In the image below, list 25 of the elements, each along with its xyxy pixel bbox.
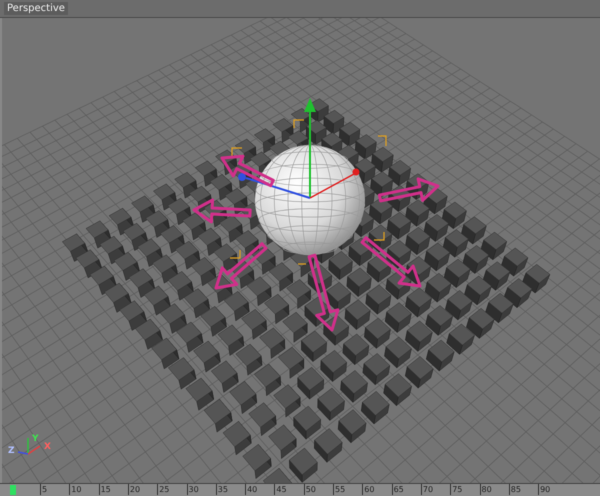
frame-label: 40 xyxy=(245,484,258,496)
frame-label: 20 xyxy=(128,484,140,496)
axis-label: Y xyxy=(32,434,39,444)
viewport-title: Perspective xyxy=(4,2,68,15)
frame-label: 80 xyxy=(480,484,492,496)
frame-label: 75 xyxy=(450,484,462,496)
frame-label: 5 xyxy=(40,484,48,496)
timeline-ruler[interactable]: 5 10 15 20 25 30 35 40 45 50 55 60 65 70 75 80 85 90 xyxy=(0,483,600,496)
frame-label: 50 xyxy=(304,484,316,496)
axis-label: X xyxy=(44,442,51,452)
viewport[interactable]: X Y Z xyxy=(0,18,600,484)
frame-label: 90 xyxy=(538,484,550,496)
frame-label: 60 xyxy=(362,484,374,496)
frame-label: 45 xyxy=(274,484,287,496)
axis-label: Z xyxy=(8,446,15,456)
frame-label: 10 xyxy=(69,484,82,496)
frame-label: 70 xyxy=(420,484,434,496)
frame-label: 25 xyxy=(157,484,170,496)
frame-label: 30 xyxy=(186,484,199,496)
frame-label: 15 xyxy=(98,484,111,496)
playhead-marker[interactable] xyxy=(10,485,16,496)
frame-label: 55 xyxy=(333,484,346,496)
frame-label: 85 xyxy=(508,484,521,496)
frame-label: 65 xyxy=(392,484,404,496)
frame-label: 35 xyxy=(216,484,228,496)
